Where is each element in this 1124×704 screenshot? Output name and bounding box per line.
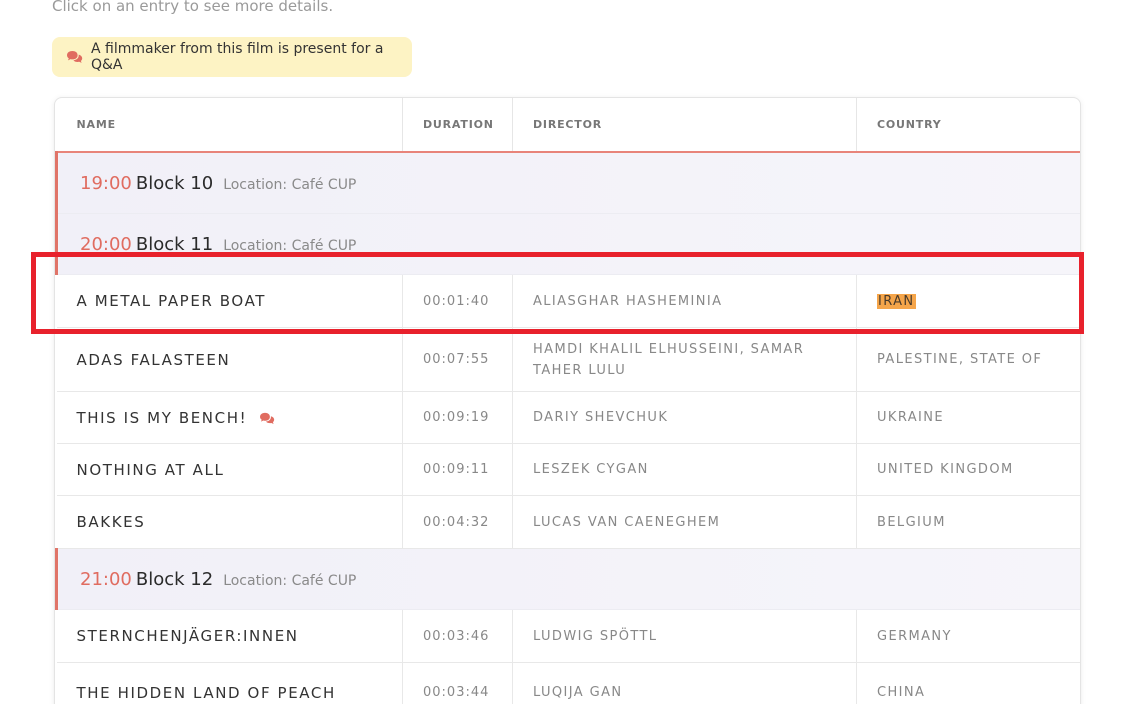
film-name: NOTHING AT ALL [76,460,225,479]
film-name-cell[interactable]: BAKKES [56,495,403,549]
film-director: ALIASGHAR HASHEMINIA [512,274,857,328]
film-row[interactable]: ADAS FALASTEEN 00:07:55 HAMDI KHALIL ELHUS… [56,327,1080,392]
block-row[interactable]: 20:00 Block 11 Location: Café CUP [55,213,1080,275]
film-duration: 00:09:11 [402,443,513,496]
country-text: BELGIUM [877,514,946,530]
header-director[interactable]: DIRECTOR [512,98,857,153]
block-name: Block 12 [135,568,214,590]
block-location: Location: Café CUP [223,572,357,589]
film-country: BELGIUM [856,495,1080,549]
film-country: GERMANY [856,609,1080,663]
film-row[interactable]: A METAL PAPER BOAT 00:01:40 ALIASGHAR HASH… [56,274,1080,328]
film-name: ADAS FALASTEEN [76,350,231,369]
film-duration: 00:07:55 [402,327,513,392]
film-duration: 00:04:32 [402,495,513,549]
block-location: Location: Café CUP [223,237,357,254]
film-row[interactable]: BAKKES 00:04:32 LUCAS VAN CAENEGHEM BELGIUM [56,495,1080,549]
film-country: IRAN [856,274,1080,328]
film-row[interactable]: NOTHING AT ALL 00:09:11 LESZEK CYGAN UNITED… [56,443,1080,496]
film-duration: 00:03:46 [402,609,513,663]
film-name-cell[interactable]: ADAS FALASTEEN [56,327,403,392]
block-name: Block 10 [135,172,214,194]
film-duration: 00:09:19 [402,391,513,444]
screening-table: NAME DURATION DIRECTOR COUNTRY 19:00 Bloc… [54,97,1081,704]
block-name: Block 11 [135,233,214,255]
chat-bubbles-icon [66,50,83,64]
film-country: UNITED KINGDOM [856,443,1080,496]
film-row[interactable]: STERNCHENJÄGER:INNEN 00:03:46 LUDWIG SPÖTT… [56,609,1080,663]
header-duration[interactable]: DURATION [402,98,513,153]
page: Click on an entry to see more details. A… [0,0,1124,704]
film-name-cell[interactable]: THE HIDDEN LAND OF PEACH [56,662,403,704]
block-location: Location: Café CUP [223,176,357,193]
block-cell: 21:00 Block 12 Location: Café CUP [55,548,1080,610]
film-director: LUCAS VAN CAENEGHEM [512,495,857,549]
film-director: LESZEK CYGAN [512,443,857,496]
film-director: HAMDI KHALIL ELHUSSEINI, SAMAR TAHER LUL… [512,327,857,392]
country-text: CHINA [877,685,926,700]
block-cell: 20:00 Block 11 Location: Café CUP [55,213,1080,275]
film-director: LUQIJA GAN [512,662,857,704]
country-text: UNITED KINGDOM [877,462,1014,477]
film-country: CHINA [856,662,1080,704]
qa-legend-note: A filmmaker from this film is present fo… [52,37,412,77]
film-name-cell[interactable]: STERNCHENJÄGER:INNEN [56,609,403,663]
qa-legend-text: A filmmaker from this film is present fo… [91,41,384,73]
qa-chat-icon [259,412,275,425]
block-time: 19:00 [80,172,132,194]
film-country: UKRAINE [856,391,1080,444]
film-name-cell[interactable]: THIS IS MY BENCH! [56,391,403,444]
block-time: 21:00 [80,568,132,590]
table-body: 19:00 Block 10 Location: Café CUP 20:00 Bloc… [55,152,1080,704]
block-time: 20:00 [80,233,132,255]
film-name: THIS IS MY BENCH! [76,408,248,427]
film-country: PALESTINE, STATE OF [856,327,1080,392]
film-name: A METAL PAPER BOAT [76,292,267,310]
film-duration: 00:03:44 [402,662,513,704]
film-name: BAKKES [76,513,146,531]
header-country[interactable]: COUNTRY [856,98,1080,153]
block-row[interactable]: 19:00 Block 10 Location: Café CUP [55,152,1080,214]
table-header-row: NAME DURATION DIRECTOR COUNTRY [56,98,1080,153]
country-text: UKRAINE [877,410,945,425]
intro-text: Click on an entry to see more details. [52,0,334,15]
film-name-cell[interactable]: NOTHING AT ALL [56,443,403,496]
film-duration: 00:01:40 [402,274,513,328]
block-cell: 19:00 Block 10 Location: Café CUP [55,152,1080,214]
header-name[interactable]: NAME [56,98,403,153]
film-row[interactable]: THIS IS MY BENCH! 00:09:19 DARIY SHEVCHUK U… [56,391,1080,444]
country-highlight: IRAN [877,293,916,309]
film-row[interactable]: THE HIDDEN LAND OF PEACH 00:03:44 LUQIJA G… [56,662,1080,704]
film-name-cell[interactable]: A METAL PAPER BOAT [56,274,403,328]
film-director: LUDWIG SPÖTTL [512,609,857,663]
film-name: THE HIDDEN LAND OF PEACH [76,683,336,702]
country-text: PALESTINE, STATE OF [877,352,1043,367]
film-name: STERNCHENJÄGER:INNEN [76,627,299,645]
block-row[interactable]: 21:00 Block 12 Location: Café CUP [55,548,1080,610]
film-director: DARIY SHEVCHUK [512,391,857,444]
country-text: GERMANY [877,628,952,644]
